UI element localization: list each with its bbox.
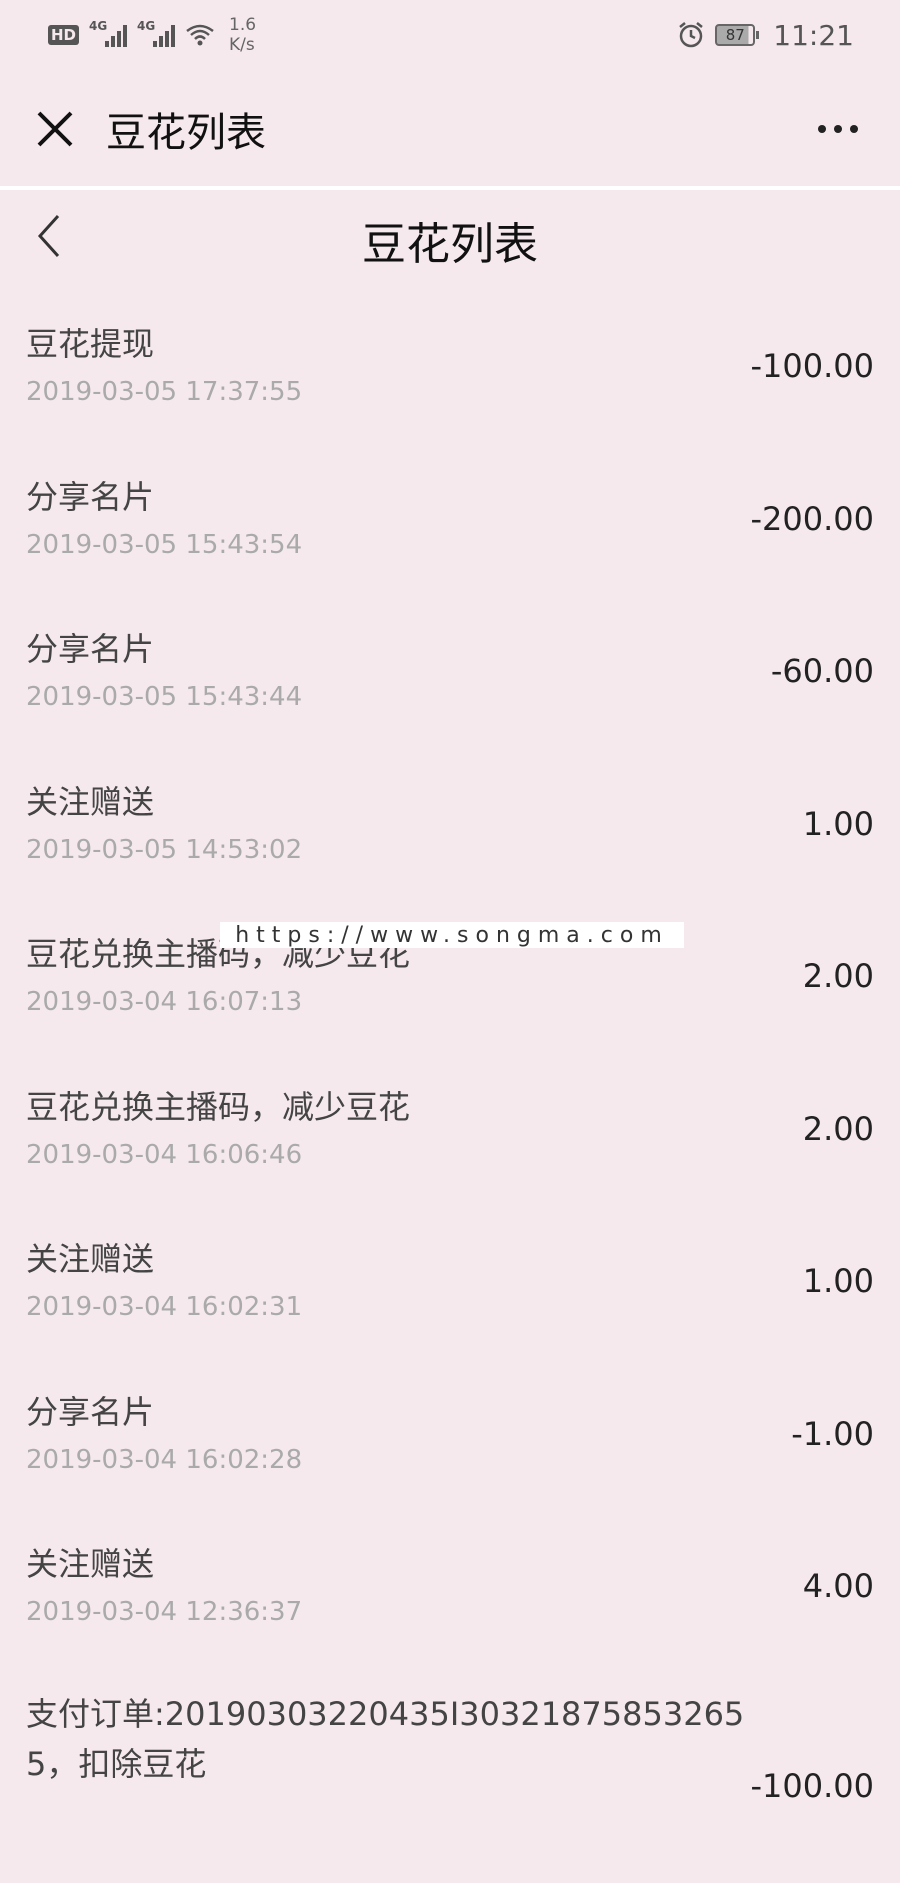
record-amount: 2.00: [802, 957, 874, 996]
record-time: 2019-03-05 17:37:55: [26, 377, 303, 408]
more-button[interactable]: [808, 115, 868, 143]
watermark: https://www.songma.com: [220, 922, 684, 948]
record-time: 2019-03-04 16:02:28: [26, 1444, 303, 1475]
close-button[interactable]: [32, 106, 78, 152]
battery-level: 87: [725, 26, 745, 44]
page-header: 豆花列表: [0, 190, 900, 290]
record-time: 2019-03-04 16:02:31: [26, 1292, 303, 1323]
record-time: 2019-03-04 16:07:13: [26, 987, 303, 1018]
record-list: 豆花提现 2019-03-05 17:37:55 -100.00 分享名片 20…: [0, 290, 900, 1883]
list-item[interactable]: 分享名片 2019-03-05 15:43:54 -200.00: [0, 443, 900, 596]
record-amount: 2.00: [802, 1109, 874, 1148]
list-item[interactable]: 分享名片 2019-03-04 16:02:28 -1.00: [0, 1358, 900, 1511]
speed-unit: K/s: [229, 35, 255, 55]
record-time: 2019-03-05 15:43:44: [26, 682, 303, 713]
list-item[interactable]: 关注赠送 2019-03-05 14:53:02 1.00: [0, 748, 900, 901]
record-title: 关注赠送: [26, 1545, 155, 1584]
window-title-bar: 豆花列表: [0, 70, 900, 188]
record-title: 分享名片: [26, 477, 155, 516]
record-amount: -100.00: [750, 1766, 874, 1805]
back-button[interactable]: [34, 212, 74, 262]
hd-icon: HD: [48, 25, 80, 45]
record-title: 支付订单:20190303220435I303218758532655，扣除豆花: [26, 1694, 745, 1783]
battery-icon: 87: [715, 24, 760, 46]
wifi-icon: [186, 24, 214, 46]
record-title: 关注赠送: [26, 782, 155, 821]
record-time: 2019-03-05 15:43:54: [26, 529, 303, 560]
record-amount: -100.00: [750, 347, 874, 386]
status-bar-right: 87 11:21: [677, 19, 854, 52]
record-amount: 4.00: [802, 1567, 874, 1606]
record-title: 豆花兑换主播码，减少豆花: [26, 1087, 411, 1126]
record-title: 分享名片: [26, 630, 155, 669]
list-item[interactable]: 豆花兑换主播码，减少豆花 2019-03-04 16:06:46 2.00: [0, 1053, 900, 1206]
record-amount: -60.00: [770, 652, 874, 691]
status-bar-left: HD 4G 4G 1.6 K/s: [48, 15, 256, 55]
record-amount: -200.00: [750, 499, 874, 538]
status-bar: HD 4G 4G 1.6 K/s 87 11:21: [0, 0, 900, 70]
record-title: 豆花提现: [26, 325, 155, 364]
network-speed: 1.6 K/s: [229, 15, 256, 55]
record-time: 2019-03-05 14:53:02: [26, 834, 303, 865]
signal-icon: 4G: [137, 19, 176, 47]
alarm-icon: [679, 22, 704, 48]
record-amount: -1.00: [791, 1414, 874, 1453]
record-time: 2019-03-04 12:36:37: [26, 1597, 303, 1628]
list-item[interactable]: 支付订单:20190303220435I303218758532655，扣除豆花…: [0, 1663, 900, 1883]
status-time: 11:21: [773, 18, 854, 52]
chevron-left-icon: [37, 214, 60, 258]
record-title: 分享名片: [26, 1392, 155, 1431]
speed-value: 1.6: [229, 15, 257, 35]
more-icon: [818, 125, 826, 133]
record-amount: 1.00: [802, 1262, 874, 1301]
list-item[interactable]: 关注赠送 2019-03-04 16:02:31 1.00: [0, 1205, 900, 1358]
record-amount: 1.00: [802, 804, 874, 843]
page-title: 豆花列表: [362, 219, 538, 270]
record-time: 2019-03-04 16:06:46: [26, 1139, 303, 1170]
window-title: 豆花列表: [106, 110, 266, 156]
list-item[interactable]: 关注赠送 2019-03-04 12:36:37 4.00: [0, 1510, 900, 1663]
list-item[interactable]: 分享名片 2019-03-05 15:43:44 -60.00: [0, 595, 900, 748]
close-icon: [37, 111, 73, 147]
signal-icon: 4G: [89, 19, 128, 47]
list-item[interactable]: 豆花提现 2019-03-05 17:37:55 -100.00: [0, 290, 900, 443]
record-title: 关注赠送: [26, 1240, 155, 1279]
